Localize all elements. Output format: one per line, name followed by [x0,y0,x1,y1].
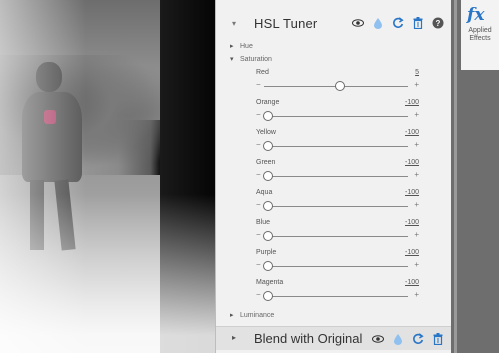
slider-knob[interactable] [263,261,273,271]
slider-track[interactable] [264,296,408,297]
saturation-sliders: Red 5 − + Orange -100 − + Yellow -100 − + Green -100 −… [216,69,452,309]
slider-label: Red [256,69,269,76]
minus-icon[interactable]: − [256,80,261,89]
slider-aqua: Aqua -100 − + [216,189,452,219]
slider-value[interactable]: 5 [415,69,419,76]
minus-icon[interactable]: − [256,140,261,149]
slider-track[interactable] [264,236,408,237]
plus-icon[interactable]: + [414,110,419,119]
slider-value[interactable]: -100 [405,129,419,136]
minus-icon[interactable]: − [256,260,261,269]
collapse-chevron-icon[interactable]: ▾ [232,20,240,28]
collapse-arrow-icon: ▾ [230,56,234,63]
slider-track[interactable] [264,176,408,177]
slider-track[interactable] [264,146,408,147]
sidebar-splitter[interactable] [454,0,457,353]
panel-header: ▾ HSL Tuner ? [216,12,452,36]
expand-arrow-icon: ▸ [230,312,234,319]
slider-yellow: Yellow -100 − + [216,129,452,159]
slider-value[interactable]: -100 [405,249,419,256]
slider-knob[interactable] [263,291,273,301]
blend-title: Blend with Original [254,331,363,346]
svg-text:?: ? [436,19,441,28]
trash-icon[interactable] [432,333,444,345]
photo-fade-overlay [0,0,215,353]
minus-icon[interactable]: − [256,290,261,299]
hsl-tuner-panel: ▾ HSL Tuner ? ▸ Hue ▾ Saturation Red 5 −… [215,0,452,353]
slider-label: Green [256,159,276,166]
blend-header-icons [372,333,444,345]
drop-icon[interactable] [372,17,384,29]
photo-preview[interactable] [0,0,215,353]
expand-arrow-icon: ▸ [230,43,234,50]
trash-icon[interactable] [412,17,424,29]
reset-icon[interactable] [392,17,404,29]
section-saturation[interactable]: ▾ Saturation [216,55,452,67]
slider-track[interactable] [264,266,408,267]
slider-orange: Orange -100 − + [216,99,452,129]
section-luminance[interactable]: ▸ Luminance [216,311,452,323]
slider-value[interactable]: -100 [405,279,419,286]
section-hue[interactable]: ▸ Hue [216,42,452,54]
plus-icon[interactable]: + [414,140,419,149]
plus-icon[interactable]: + [414,80,419,89]
slider-value[interactable]: -100 [405,189,419,196]
slider-label: Purple [256,249,277,256]
blend-with-original-bar[interactable]: ▸ Blend with Original [216,326,452,350]
slider-knob[interactable] [263,171,273,181]
slider-knob[interactable] [263,231,273,241]
slider-value[interactable]: -100 [405,219,419,226]
eye-icon[interactable] [372,333,384,345]
plus-icon[interactable]: + [414,200,419,209]
slider-value[interactable]: -100 [405,159,419,166]
slider-label: Yellow [256,129,276,136]
applied-effects-label: Applied Effects [461,27,499,43]
slider-track[interactable] [264,116,408,117]
plus-icon[interactable]: + [414,260,419,269]
panel-title: HSL Tuner [254,16,318,31]
slider-label: Orange [256,99,280,106]
plus-icon[interactable]: + [414,290,419,299]
slider-green: Green -100 − + [216,159,452,189]
minus-icon[interactable]: − [256,170,261,179]
panel-header-icons: ? [352,17,444,29]
help-icon[interactable]: ? [432,17,444,29]
slider-blue: Blue -100 − + [216,219,452,249]
slider-purple: Purple -100 − + [216,249,452,279]
reset-icon[interactable] [412,333,424,345]
slider-magenta: Magenta -100 − + [216,279,452,309]
minus-icon[interactable]: − [256,200,261,209]
slider-track[interactable] [264,206,408,207]
slider-knob[interactable] [335,81,346,91]
expand-arrow-icon[interactable]: ▸ [232,333,236,342]
applied-effects-label-line1: Applied [468,27,492,34]
minus-icon[interactable]: − [256,230,261,239]
slider-knob[interactable] [263,111,273,121]
right-sidebar: fx Applied Effects [451,0,499,353]
section-hue-label: Hue [240,43,253,50]
fx-icon[interactable]: fx [467,5,484,25]
section-luminance-label: Luminance [240,312,275,319]
slider-red: Red 5 − + [216,69,452,99]
applied-effects-label-line2: Effects [469,35,491,42]
slider-knob[interactable] [263,201,273,211]
slider-label: Magenta [256,279,284,286]
slider-label: Aqua [256,189,273,196]
section-saturation-label: Saturation [240,56,272,63]
minus-icon[interactable]: − [256,110,261,119]
eye-icon[interactable] [352,17,364,29]
slider-knob[interactable] [263,141,273,151]
slider-value[interactable]: -100 [405,99,419,106]
slider-label: Blue [256,219,271,226]
plus-icon[interactable]: + [414,170,419,179]
app-window: ▾ HSL Tuner ? ▸ Hue ▾ Saturation Red 5 −… [0,0,499,353]
plus-icon[interactable]: + [414,230,419,239]
drop-icon[interactable] [392,333,404,345]
